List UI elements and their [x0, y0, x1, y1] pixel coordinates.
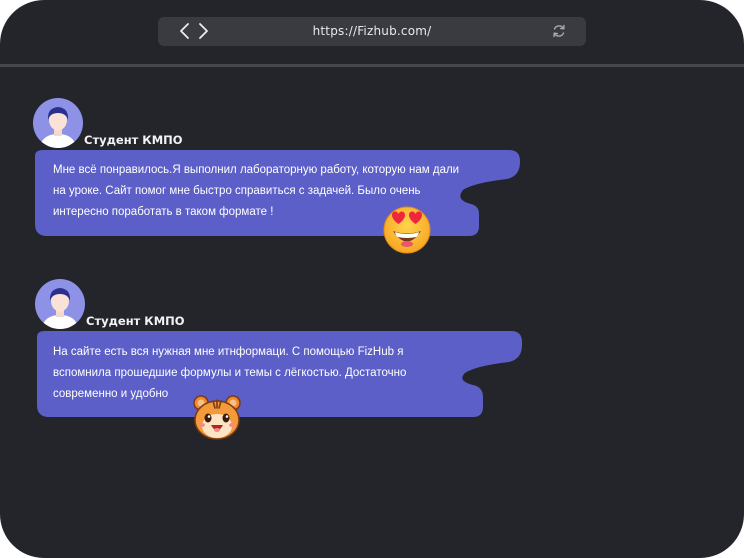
review-author: Студент КМПО: [86, 314, 185, 328]
heart-eyes-emoji: [383, 206, 431, 254]
address-bar[interactable]: https://Fizhub.com/: [158, 17, 586, 46]
review-author: Студент КМПО: [84, 133, 183, 147]
browser-window: https://Fizhub.com/ Студент КМПО Мне всё…: [0, 0, 744, 558]
reload-icon[interactable]: [551, 23, 567, 39]
header-divider: [0, 64, 744, 67]
review-text: На сайте есть вся нужная мне итнформаци.…: [53, 346, 407, 400]
url-text[interactable]: https://Fizhub.com/: [158, 24, 586, 38]
hamster-sticker: [193, 395, 241, 440]
avatar: [35, 279, 85, 329]
avatar: [33, 98, 83, 148]
